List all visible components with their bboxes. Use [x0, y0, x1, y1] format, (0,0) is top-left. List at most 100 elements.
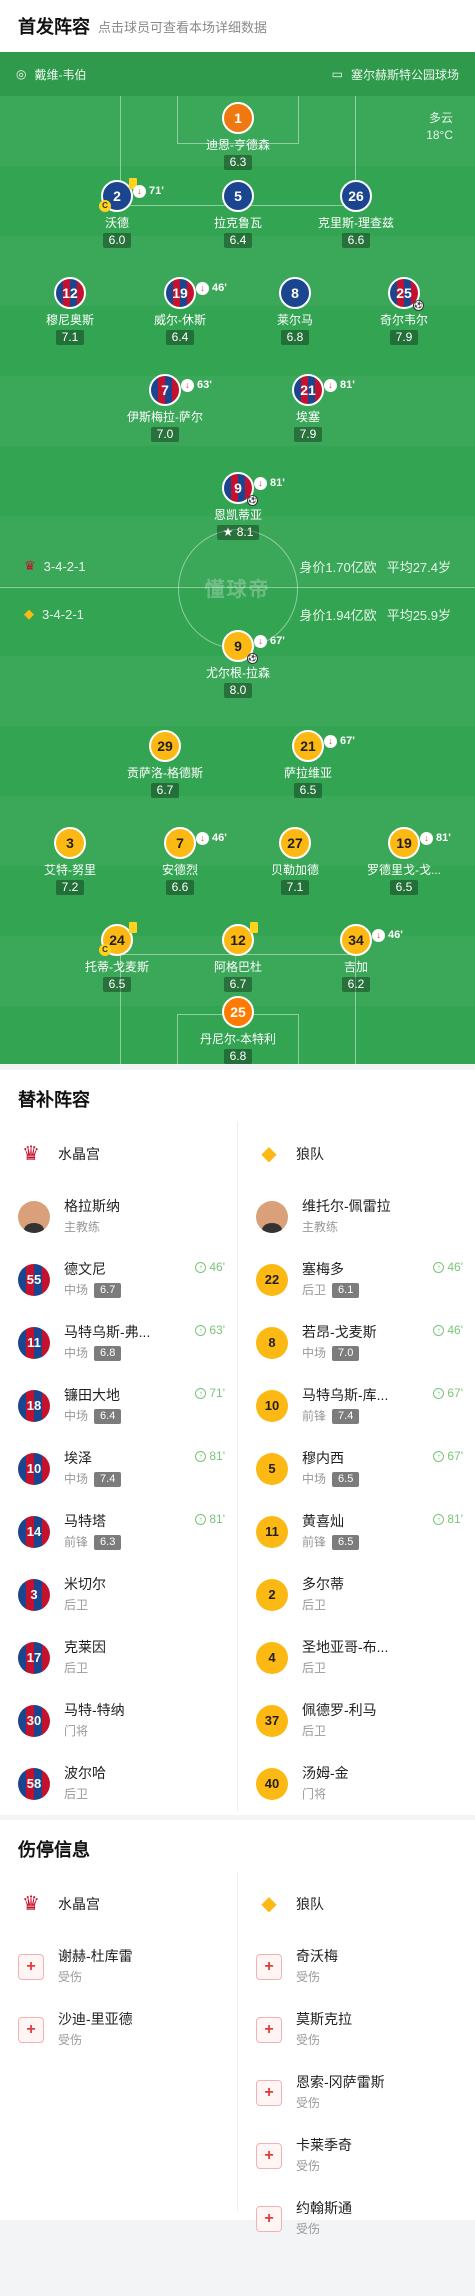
whistle-icon: ◎: [16, 67, 27, 81]
injury-row[interactable]: + 约翰斯通 受伤: [238, 2187, 475, 2250]
player-away-12[interactable]: 12 阿格巴杜 6.7: [183, 922, 293, 993]
away-subs: ◆ 狼队 维托尔-佩雷拉 主教练 22 塞梅多 后卫 6.1 ↑ 46' 8 若昂-戈麦斯 中场 7.…: [238, 1122, 475, 1815]
jersey-number: 55: [18, 1263, 50, 1296]
player-name: 塞梅多: [302, 1261, 344, 1277]
injury-row[interactable]: + 莫斯克拉 受伤: [238, 1998, 475, 2061]
player-away-7[interactable]: 7 ↓ 46' 安德烈 6.6: [125, 827, 235, 896]
jersey-number: 10: [18, 1452, 50, 1485]
sub-player-row[interactable]: 58 波尔哈 后卫: [0, 1752, 237, 1815]
player-away-34[interactable]: 34 ↓ 46' 吉加 6.2: [301, 924, 411, 993]
sub-player-row[interactable]: 10 马特乌斯-库... 前锋 7.4 ↑ 67': [238, 1374, 475, 1437]
player-away-9[interactable]: 9 ↓ 67' ⚽ 尤尔根-拉森 8.0: [183, 630, 293, 699]
medical-cross-icon: +: [18, 1953, 44, 1980]
sub-player-row[interactable]: 4 圣地亚哥-布... 后卫: [238, 1626, 475, 1689]
player-position: 前锋: [64, 1535, 89, 1549]
player-name: 佩德罗-利马: [302, 1702, 377, 1718]
sub-player-row[interactable]: 11 黄喜灿 前锋 6.5 ↑ 81': [238, 1500, 475, 1563]
injuries-section: 伤停信息 ♛ 水晶宫 + 谢赫-杜库雷 受伤 + 沙迪-里亚德 受伤 ◆ 狼队 + 奇沃梅 受伤 +…: [0, 1820, 475, 2236]
player-away-gk[interactable]: 25 丹尼尔-本特利 6.8: [183, 996, 293, 1064]
player-home-9[interactable]: 9 ↓ 81' ⚽ 恩凯蒂亚 ★ 8.1: [183, 472, 293, 541]
player-rating: 7.4: [94, 1472, 122, 1487]
player-name: 米切尔: [64, 1576, 106, 1592]
player-home-19[interactable]: 19 ↓ 46' 威尔-休斯 6.4: [125, 277, 235, 346]
sub-in-icon: ↑: [195, 1324, 207, 1336]
player-name: 卡莱季奇: [296, 2137, 352, 2153]
away-team-row: ◆ 狼队: [238, 1122, 475, 1185]
home-team-row: ♛ 水晶宫: [0, 1122, 237, 1185]
player-home-26[interactable]: 26 克里斯-理查兹 6.6: [301, 180, 411, 249]
player-name: 穆内西: [302, 1450, 344, 1466]
sub-in-icon: ↑: [433, 1513, 445, 1525]
player-rating: 6.8: [94, 1346, 122, 1361]
player-away-3[interactable]: 3 艾特-努里 7.2: [15, 827, 125, 896]
away-team-row: ◆ 狼队: [238, 1872, 475, 1935]
player-home-8[interactable]: 8 莱尔马 6.8: [240, 277, 350, 346]
player-away-24[interactable]: 24 C 托蒂-戈麦斯 6.5: [62, 922, 172, 993]
sub-player-row[interactable]: 40 汤姆-金 门将: [238, 1752, 475, 1815]
injury-row[interactable]: + 谢赫-杜库雷 受伤: [0, 1935, 237, 1998]
sub-player-row[interactable]: 11 马特乌斯-弗... 中场 6.8 ↑ 63': [0, 1311, 237, 1374]
player-rating: 7.4: [332, 1409, 360, 1424]
section-title: 首发阵容: [18, 17, 90, 37]
sub-in-icon: ↑: [433, 1324, 445, 1336]
player-name: 德文尼: [64, 1261, 106, 1277]
player-position: 后卫: [64, 1598, 89, 1612]
away-coach[interactable]: 维托尔-佩雷拉 主教练: [238, 1185, 475, 1248]
jersey-number: 11: [18, 1326, 50, 1359]
player-name: 克莱因: [64, 1639, 106, 1655]
player-away-19[interactable]: 19 ↓ 81' 罗德里戈-戈... 6.5: [349, 827, 459, 896]
player-position: 后卫: [64, 1787, 89, 1801]
jersey-number: 14: [18, 1515, 50, 1548]
player-home-12[interactable]: 12 穆尼奥斯 7.1: [15, 277, 125, 346]
sub-player-row[interactable]: 14 马特塔 前锋 6.3 ↑ 81': [0, 1500, 237, 1563]
jersey-number: 58: [18, 1767, 50, 1800]
avatar: [256, 1200, 288, 1233]
player-home-25[interactable]: 25 ⚽ 奇尔韦尔 7.9: [349, 277, 459, 346]
jersey-number: 3: [18, 1578, 50, 1611]
sub-player-row[interactable]: 2 多尔蒂 后卫: [238, 1563, 475, 1626]
jersey-number: 5: [256, 1452, 288, 1485]
injury-status: 受伤: [296, 2159, 321, 2173]
player-home-7[interactable]: 7 ↓ 63' 伊斯梅拉-萨尔 7.0: [110, 374, 220, 443]
player-rating: 6.1: [332, 1283, 360, 1298]
sub-player-row[interactable]: 5 穆内西 中场 6.5 ↑ 67': [238, 1437, 475, 1500]
injury-row[interactable]: + 恩索-冈萨雷斯 受伤: [238, 2061, 475, 2124]
sub-in-icon: ↑: [433, 1450, 445, 1462]
sub-in-icon: ↑: [195, 1450, 207, 1462]
medical-cross-icon: +: [18, 2016, 44, 2043]
injury-row[interactable]: + 奇沃梅 受伤: [238, 1935, 475, 1998]
injury-status: 受伤: [296, 1970, 321, 1984]
player-position: 后卫: [302, 1283, 327, 1297]
sub-player-row[interactable]: 3 米切尔后卫: [0, 1563, 237, 1626]
sub-player-row[interactable]: 22 塞梅多 后卫 6.1 ↑ 46': [238, 1248, 475, 1311]
player-position: 门将: [302, 1787, 327, 1801]
player-home-21[interactable]: 21 ↓ 81' 埃塞 7.9: [253, 374, 363, 443]
sub-player-row[interactable]: 18 镰田大地 中场 6.4 ↑ 71': [0, 1374, 237, 1437]
crystal-palace-crest-icon: ♛: [22, 1143, 40, 1165]
player-away-21[interactable]: 21 ↓ 67' 萨拉维亚 6.5: [253, 730, 363, 799]
player-away-27[interactable]: 27 贝勒加德 7.1: [240, 827, 350, 896]
player-name: 恩索-冈萨雷斯: [296, 2074, 385, 2090]
stadium-icon: ▭: [331, 67, 343, 81]
sub-player-row[interactable]: 8 若昂-戈麦斯 中场 7.0 ↑ 46': [238, 1311, 475, 1374]
sub-in-icon: ↑: [195, 1387, 207, 1399]
player-home-5[interactable]: 5 拉克鲁瓦 6.4: [183, 180, 293, 249]
player-away-29[interactable]: 29 贡萨洛-格德斯 6.7: [110, 730, 220, 799]
wolves-crest-icon: ◆: [261, 1143, 277, 1165]
home-coach[interactable]: 格拉斯纳 主教练: [0, 1185, 237, 1248]
player-name: 埃泽: [64, 1450, 92, 1466]
player-home-2[interactable]: 2 C ↓ 71' 沃德 6.0: [62, 178, 172, 249]
sub-player-row[interactable]: 10 埃泽 中场 7.4 ↑ 81': [0, 1437, 237, 1500]
sub-player-row[interactable]: 17 克莱因 后卫: [0, 1626, 237, 1689]
player-home-gk[interactable]: 1 迪恩-亨德森 6.3: [183, 102, 293, 171]
injury-row[interactable]: + 卡莱季奇 受伤: [238, 2124, 475, 2187]
injury-row[interactable]: + 沙迪-里亚德 受伤: [0, 1998, 237, 2061]
sub-player-row[interactable]: 30 马特-特纳 门将: [0, 1689, 237, 1752]
home-team-row: ♛ 水晶宫: [0, 1872, 237, 1935]
player-name: 沙迪-里亚德: [58, 2011, 133, 2027]
sub-player-row[interactable]: 37 佩德罗-利马 后卫: [238, 1689, 475, 1752]
player-rating: 6.4: [94, 1409, 122, 1424]
sub-in-icon: ↑: [195, 1513, 207, 1525]
home-subs: ♛ 水晶宫 格拉斯纳 主教练 55 德文尼 中场 6.7 ↑ 46' 11 马特乌斯-弗... 中场…: [0, 1122, 237, 1815]
sub-player-row[interactable]: 55 德文尼 中场 6.7 ↑ 46': [0, 1248, 237, 1311]
